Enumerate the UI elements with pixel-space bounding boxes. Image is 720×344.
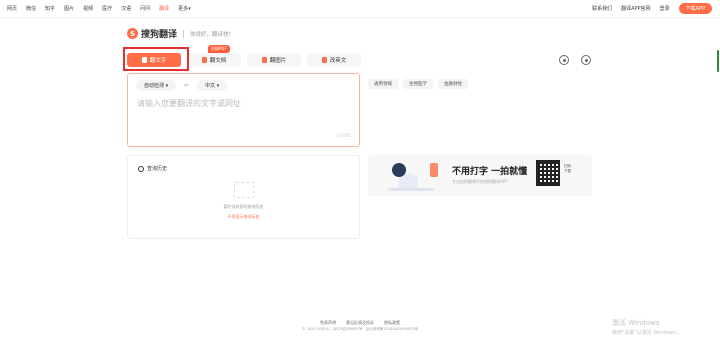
history-title: 查询历史 (147, 166, 168, 172)
banner-subtitle: 专业拍照翻译尽在搜狗翻译APP (452, 179, 508, 184)
watermark-line1: 激活 Windows (612, 319, 660, 327)
source-text-input[interactable]: 请输入您要翻译的文字或网址 (137, 98, 241, 109)
logo-name: 搜狗翻译 (141, 30, 178, 40)
nav-link-web[interactable]: 网页 (7, 5, 17, 12)
domain-biomedical[interactable]: 生物医学 (403, 79, 433, 89)
nav-left-links: 网页 微信 知乎 图片 视频 医疗 汉语 问问 翻译 更多▾ (7, 5, 191, 12)
source-input-panel[interactable]: 自动检测 ▾ ⇌ 中文 ▾ 请输入您要翻译的文字或网址 0/5000 (127, 73, 360, 147)
tab-label: 改英文 (329, 58, 347, 64)
char-count: 0/5000 (336, 133, 351, 138)
qr-code-icon (536, 160, 560, 186)
domain-finance[interactable]: 金融财经 (438, 79, 468, 89)
app-site-link[interactable]: 翻译APP官网 (621, 5, 650, 12)
settings-icon[interactable] (581, 55, 591, 65)
phone-icon (430, 163, 438, 177)
qr-label: 扫码下载 (564, 164, 571, 173)
footer-feedback-link[interactable]: 意见反馈及投诉 (346, 320, 374, 326)
logo-slogan: 你说好，翻译快！ (190, 31, 235, 38)
image-icon (261, 57, 267, 63)
girl-illustration (388, 161, 434, 193)
domain-general[interactable]: 通用领域 (368, 79, 398, 89)
tab-translate-document[interactable]: 扫描PDF 翻文档 (187, 45, 241, 67)
scrollbar-thumb[interactable] (717, 50, 719, 72)
nav-link-hanyu[interactable]: 汉语 (121, 5, 131, 12)
nav-link-translate[interactable]: 翻译 (159, 5, 169, 12)
hide-history-link[interactable]: 不再显示查询历史 (128, 214, 359, 220)
language-selector-row: 自动检测 ▾ ⇌ 中文 ▾ (136, 80, 228, 91)
nav-link-wechat[interactable]: 微信 (26, 5, 36, 12)
edit-icon (321, 57, 327, 63)
history-empty-text: 暂时没有您的查询历史 (223, 204, 264, 209)
footer-disclaimer-link[interactable]: 免责声明 (320, 320, 336, 326)
tab-translate-image[interactable]: 翻图片 (247, 53, 301, 67)
download-app-button[interactable]: 下载APP (678, 3, 712, 14)
nav-right-links: 联系我们 翻译APP官网 登录 下载APP (592, 3, 712, 14)
nav-link-video[interactable]: 视频 (83, 5, 93, 12)
translation-output-panel: 通用领域 生物医学 金融财经 (368, 73, 592, 147)
highlight-box (123, 47, 189, 71)
source-language-select[interactable]: 自动检测 ▾ (136, 80, 177, 91)
document-icon (201, 57, 207, 63)
nav-link-images[interactable]: 图片 (64, 5, 74, 12)
contact-link[interactable]: 联系我们 (592, 5, 612, 12)
history-panel: 查询历史 暂时没有您的查询历史 不再显示查询历史 (127, 155, 360, 239)
app-promo-banner[interactable]: 不用打字 一拍就懂 专业拍照翻译尽在搜狗翻译APP 扫码下载 (368, 155, 592, 196)
watermark-line2: 转到"设置"以激活 Windows。 (612, 330, 681, 336)
nav-link-wenwen[interactable]: 问问 (140, 5, 150, 12)
pdf-badge: 扫描PDF (208, 45, 230, 53)
swap-languages-icon[interactable]: ⇌ (184, 82, 189, 89)
windows-activation-watermark: 激活 Windows 转到"设置"以激活 Windows。 (612, 318, 681, 336)
nav-link-more[interactable]: 更多▾ (178, 5, 191, 12)
tab-correct-english[interactable]: 改英文 (307, 53, 361, 67)
banner-title: 不用打字 一拍就懂 (452, 167, 528, 177)
domain-selector-row: 通用领域 生物医学 金融财经 (368, 79, 468, 89)
tab-label: 翻文档 (209, 58, 227, 64)
sogou-logo-icon: S (127, 28, 138, 39)
login-link[interactable]: 登录 (660, 5, 670, 12)
logo[interactable]: S 搜狗翻译 你说好，翻译快！ (127, 27, 234, 40)
nav-link-zhihu[interactable]: 知乎 (45, 5, 55, 12)
logo-separator (183, 29, 185, 38)
clock-icon (138, 165, 144, 172)
empty-box-icon (234, 182, 254, 198)
history-header: 查询历史 (138, 165, 167, 172)
top-divider (0, 17, 720, 18)
nav-link-medical[interactable]: 医疗 (102, 5, 112, 12)
target-language-select[interactable]: 中文 ▾ (197, 80, 228, 91)
top-navigation: 网页 微信 知乎 图片 视频 医疗 汉语 问问 翻译 更多▾ 联系我们 翻译AP… (0, 0, 720, 17)
footer-privacy-link[interactable]: 隐私政策 (384, 320, 400, 326)
tab-label: 翻图片 (269, 58, 287, 64)
screenshot-icon[interactable] (559, 55, 569, 65)
